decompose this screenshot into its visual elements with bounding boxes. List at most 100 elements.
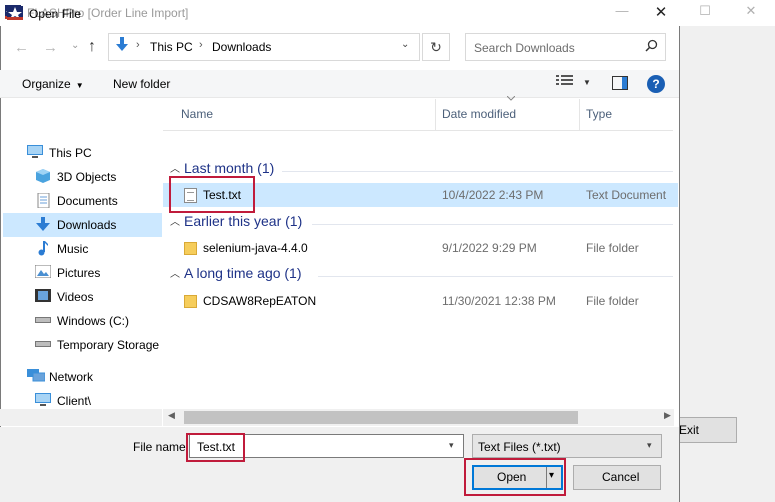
file-date-modified: 9/1/2022 9:29 PM — [442, 241, 537, 255]
back-arrow-icon[interactable]: ← — [14, 39, 29, 56]
nav-item-3d-objects[interactable]: 3D Objects — [3, 165, 162, 189]
refresh-button[interactable]: ↻ — [422, 33, 450, 61]
preview-pane-icon[interactable] — [612, 76, 628, 90]
breadcrumb-separator: › — [199, 39, 203, 51]
organize-label: Organize — [22, 77, 71, 91]
nav-item-windows-c[interactable]: Windows (C:) — [3, 309, 162, 333]
nav-item-network[interactable]: Network — [3, 365, 162, 389]
monitor-icon — [35, 393, 51, 407]
search-icon — [645, 39, 658, 55]
parent-maximize-button[interactable]: ☐ — [695, 3, 715, 19]
up-arrow-icon[interactable]: ↑ — [88, 38, 96, 56]
filename-dropdown-icon[interactable]: ▾ — [449, 440, 454, 451]
view-options-dropdown-icon[interactable]: ▼ — [583, 78, 591, 87]
scroll-right-arrow-icon[interactable]: ▶ — [664, 410, 671, 421]
nav-item-label: Documents — [57, 194, 118, 208]
highlight-box-open-button — [464, 458, 566, 496]
videos-icon — [35, 289, 51, 303]
collapse-chevron-icon: ︿ — [170, 217, 180, 228]
file-date-modified: 11/30/2021 12:38 PM — [442, 294, 556, 308]
parent-minimize-button[interactable]: — — [612, 3, 632, 18]
nav-item-label: 3D Objects — [57, 170, 117, 184]
nav-item-label: Windows (C:) — [57, 314, 130, 328]
sort-chevron-icon — [506, 94, 516, 103]
column-header-type[interactable]: Type — [586, 107, 612, 121]
download-icon — [35, 217, 51, 231]
cancel-button-label: Cancel — [602, 470, 640, 484]
address-bar[interactable]: › This PC › Downloads ⌄ — [108, 33, 420, 61]
filetype-value: Text Files (*.txt) — [478, 440, 561, 454]
file-type: Text Document — [586, 188, 667, 202]
nav-item-label: Client\ — [57, 394, 92, 408]
nav-item-label: This PC — [49, 146, 92, 160]
folder-icon — [184, 242, 197, 255]
nav-item-videos[interactable]: Videos — [3, 285, 162, 309]
drive-icon — [35, 313, 51, 327]
help-icon[interactable]: ? — [647, 75, 665, 93]
file-date-modified: 10/4/2022 2:43 PM — [442, 188, 544, 202]
column-header-row: Name Date modified Type — [163, 99, 673, 131]
filetype-dropdown-icon[interactable]: ▾ — [647, 440, 652, 451]
documents-icon — [35, 192, 51, 209]
nav-item-temporary-storage[interactable]: Temporary Storage — [3, 333, 162, 357]
group-header-earlier-this-year[interactable]: ︿ Earlier this year (1) — [170, 213, 673, 235]
parent-close-button[interactable]: ✕ — [741, 3, 761, 19]
collapse-chevron-icon: ︿ — [170, 164, 180, 175]
network-icon — [27, 369, 46, 383]
download-arrow-icon — [115, 37, 129, 57]
breadcrumb-downloads[interactable]: Downloads — [212, 40, 271, 54]
cube-icon — [35, 169, 51, 183]
recent-locations-chevron-icon[interactable]: ⌄ — [71, 40, 79, 51]
scrollbar-thumb[interactable] — [184, 411, 578, 424]
highlight-box-selected-file — [169, 176, 255, 213]
organize-button[interactable]: Organize ▼ — [22, 77, 84, 91]
pictures-icon — [34, 264, 52, 279]
file-type: File folder — [586, 241, 639, 255]
nav-item-label: Network — [49, 370, 94, 384]
group-header-long-time-ago[interactable]: ︿ A long time ago (1) — [170, 265, 673, 287]
column-separator — [435, 99, 436, 131]
breadcrumb-this-pc[interactable]: This PC — [150, 40, 193, 54]
file-row[interactable]: CDSAW8RepEATON 11/30/2021 12:38 PM File … — [163, 289, 678, 313]
scroll-left-arrow-icon[interactable]: ◀ — [168, 410, 175, 421]
file-row[interactable]: selenium-java-4.4.0 9/1/2022 9:29 PM Fil… — [163, 236, 678, 260]
nav-item-music[interactable]: Music — [3, 237, 162, 261]
breadcrumb-separator: › — [136, 39, 140, 51]
search-input[interactable]: Search Downloads — [465, 33, 666, 61]
group-header-label: A long time ago (1) — [184, 265, 302, 281]
file-name: selenium-java-4.4.0 — [203, 241, 308, 255]
highlight-box-filename — [186, 433, 245, 462]
folder-icon — [184, 295, 197, 308]
dialog-close-button[interactable]: ✕ — [648, 1, 674, 25]
nav-item-label: Temporary Storage — [57, 338, 160, 352]
organize-dropdown-icon: ▼ — [75, 81, 84, 90]
column-separator — [579, 99, 580, 131]
change-view-icon[interactable] — [556, 74, 574, 89]
dialog-title: Open File — [29, 7, 82, 21]
nav-item-downloads[interactable]: Downloads — [3, 213, 162, 237]
column-header-date-modified[interactable]: Date modified — [442, 107, 516, 121]
nav-pane-scrollbar[interactable] — [0, 409, 162, 426]
address-dropdown-chevron-icon[interactable]: ⌄ — [401, 39, 409, 50]
nav-item-pictures[interactable]: Pictures — [3, 261, 162, 285]
dialog-app-icon — [7, 6, 23, 20]
collapse-chevron-icon: ︿ — [170, 269, 180, 280]
nav-item-label: Videos — [57, 290, 94, 304]
computer-icon — [27, 145, 43, 159]
music-icon — [35, 241, 51, 256]
navigation-pane: This PC 3D Objects Documents Downloads M… — [0, 99, 162, 427]
filename-label: File name: — [133, 440, 190, 454]
command-bar — [0, 70, 679, 98]
drive-icon — [35, 337, 51, 351]
new-folder-button[interactable]: New folder — [113, 77, 170, 91]
search-placeholder: Search Downloads — [474, 41, 575, 55]
column-header-name[interactable]: Name — [181, 107, 213, 121]
nav-item-documents[interactable]: Documents — [3, 189, 162, 213]
file-type: File folder — [586, 294, 639, 308]
forward-arrow-icon[interactable]: → — [43, 39, 58, 56]
exit-button[interactable]: Exit — [674, 417, 737, 443]
nav-item-this-pc[interactable]: This PC — [3, 141, 162, 165]
file-name: CDSAW8RepEATON — [203, 294, 317, 308]
group-header-label: Earlier this year (1) — [184, 213, 303, 229]
nav-item-label: Pictures — [57, 266, 101, 280]
